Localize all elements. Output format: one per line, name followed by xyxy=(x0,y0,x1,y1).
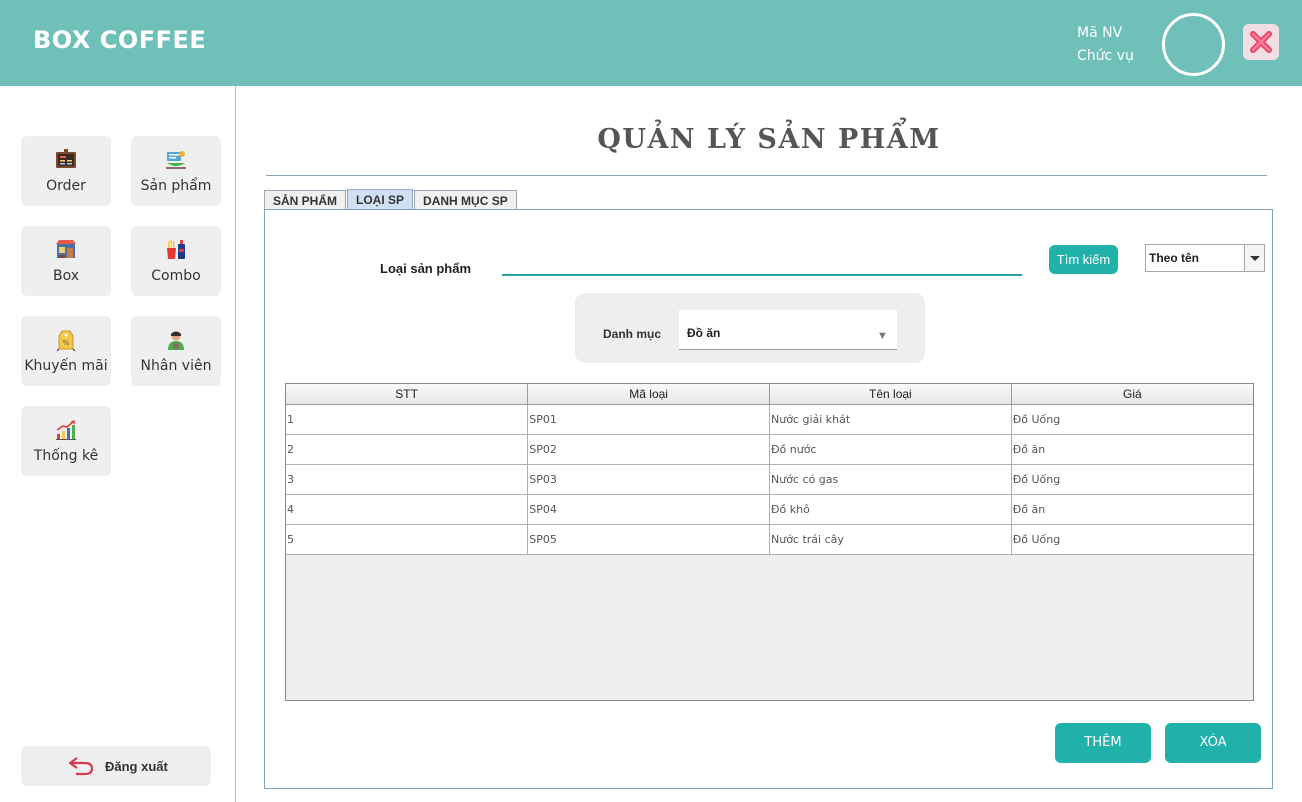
table-cell: Đồ Uống xyxy=(1011,404,1253,435)
table-cell: SP01 xyxy=(527,404,770,435)
table-cell: SP04 xyxy=(527,494,770,525)
sidebar-item-label: Thống kê xyxy=(33,448,99,464)
close-icon xyxy=(1250,31,1272,53)
table-row[interactable]: 1 SP01 Nước giải khát Đồ Uống xyxy=(286,404,1253,435)
table-row[interactable]: 2 SP02 Đồ nước Đồ ăn xyxy=(286,434,1253,465)
chevron-down-icon: ▼ xyxy=(877,330,888,342)
sidebar-item-label: Sản phẩm xyxy=(140,178,212,194)
tab-product-types[interactable]: LOẠI SP xyxy=(347,189,414,211)
table-cell: 2 xyxy=(286,434,529,465)
table-row[interactable]: 5 SP05 Nước trái cây Đồ Uống xyxy=(286,524,1253,555)
menu-board-icon xyxy=(56,149,76,168)
bar-chart-icon xyxy=(56,420,76,440)
sidebar-item-label: Khuyến mãi xyxy=(24,358,108,374)
sidebar-item-combo[interactable]: Combo xyxy=(131,226,221,296)
sidebar-item-order[interactable]: Order xyxy=(21,136,111,206)
tab-product-categories[interactable]: DANH MỤC SP xyxy=(414,190,517,210)
app-header: BOX COFFEE Mã NV Chức vụ xyxy=(0,0,1302,86)
table-row[interactable]: 4 SP04 Đồ khô Đồ ăn xyxy=(286,494,1253,525)
table-cell: Đồ Uống xyxy=(1011,464,1253,495)
table-cell: SP02 xyxy=(527,434,770,465)
svg-text:%: % xyxy=(63,339,70,347)
table-cell: Đồ nước xyxy=(769,434,1012,465)
table-cell: 5 xyxy=(286,524,529,555)
table-cell: 1 xyxy=(286,404,529,435)
sidebar: Order Sản phẩm Box Combo % Khuyến mãi Nh… xyxy=(0,86,236,802)
table-cell: Đồ ăn xyxy=(1011,434,1253,465)
store-box-icon xyxy=(56,240,76,258)
product-type-input[interactable] xyxy=(502,256,1022,276)
discount-tag-icon: % xyxy=(56,330,76,352)
sidebar-item-label: Box xyxy=(52,268,80,284)
category-value: Đồ ăn xyxy=(687,326,721,340)
table-cell: SP05 xyxy=(527,524,770,555)
category-select[interactable]: Đồ ăn ▼ xyxy=(679,310,897,350)
product-tray-icon xyxy=(166,151,186,169)
user-info: Mã NV Chức vụ xyxy=(1077,22,1134,68)
search-button[interactable]: Tìm kiếm xyxy=(1049,245,1118,274)
table-row[interactable]: 3 SP03 Nước có gas Đồ Uống xyxy=(286,464,1253,495)
sidebar-item-label: Order xyxy=(46,178,86,194)
close-button[interactable] xyxy=(1243,24,1279,60)
sidebar-item-box[interactable]: Box xyxy=(21,226,111,296)
brand-title: BOX COFFEE xyxy=(33,26,207,54)
table-cell: SP03 xyxy=(527,464,770,495)
table-cell: 3 xyxy=(286,464,529,495)
table-cell: Đồ ăn xyxy=(1011,494,1253,525)
column-header-stt[interactable]: STT xyxy=(286,384,529,405)
table-cell: Nước trái cây xyxy=(769,524,1012,555)
tab-products[interactable]: SẢN PHẨM xyxy=(264,190,347,210)
column-header-price[interactable]: Giá xyxy=(1010,384,1253,405)
search-mode-select[interactable]: Theo tên xyxy=(1145,244,1265,272)
product-type-table: STT Mã loại Tên loại Giá 1 SP01 Nước giả… xyxy=(285,383,1254,701)
title-divider xyxy=(266,175,1267,176)
sidebar-item-label: Nhân viên xyxy=(140,358,212,374)
table-cell: Nước có gas xyxy=(769,464,1012,495)
sidebar-item-employees[interactable]: Nhân viên xyxy=(131,316,221,386)
dropdown-toggle[interactable] xyxy=(1244,245,1264,271)
search-mode-value: Theo tên xyxy=(1149,251,1199,265)
product-type-label: Loại sản phẩm xyxy=(380,261,472,276)
column-header-type-name[interactable]: Tên loại xyxy=(769,384,1012,405)
chevron-down-icon xyxy=(1250,256,1260,261)
table-header-row: STT Mã loại Tên loại Giá xyxy=(286,384,1253,405)
avatar[interactable] xyxy=(1162,13,1225,76)
employee-icon xyxy=(168,331,184,350)
logout-label: Đăng xuất xyxy=(105,759,168,774)
table-cell: Đồ Uống xyxy=(1011,524,1253,555)
sidebar-item-statistics[interactable]: Thống kê xyxy=(21,406,111,476)
page-title: QUẢN LÝ SẢN PHẨM xyxy=(597,124,941,155)
employee-id-label: Mã NV xyxy=(1077,25,1123,41)
column-header-type-code[interactable]: Mã loại xyxy=(527,384,770,405)
delete-button[interactable]: XÓA xyxy=(1165,723,1261,763)
logout-arrow-icon xyxy=(68,757,94,776)
table-cell: Đồ khô xyxy=(769,494,1012,525)
tab-bar: SẢN PHẨM LOẠI SP DANH MỤC SP xyxy=(264,189,518,211)
fries-drink-combo-icon xyxy=(167,240,185,259)
sidebar-item-label: Combo xyxy=(151,268,201,284)
add-button[interactable]: THÊM xyxy=(1055,723,1151,763)
sidebar-item-promotions[interactable]: % Khuyến mãi xyxy=(21,316,111,386)
table-cell: 4 xyxy=(286,494,529,525)
table-cell: Nước giải khát xyxy=(769,404,1012,435)
category-label: Danh mục xyxy=(603,327,662,341)
logout-button[interactable]: Đăng xuất xyxy=(21,746,211,786)
sidebar-item-products[interactable]: Sản phẩm xyxy=(131,136,221,206)
position-label: Chức vụ xyxy=(1077,48,1134,64)
